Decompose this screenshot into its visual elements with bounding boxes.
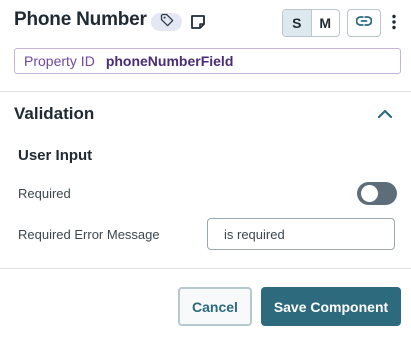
size-s-button[interactable]: S xyxy=(283,10,312,36)
required-error-message-input[interactable] xyxy=(207,218,395,250)
tag-icon xyxy=(160,13,174,32)
note-icon[interactable] xyxy=(189,13,206,30)
header-divider xyxy=(0,91,411,92)
link-icon xyxy=(355,14,373,32)
more-options-icon[interactable] xyxy=(389,12,399,32)
size-toggle-group: S M xyxy=(282,9,340,37)
property-id-field[interactable]: Property ID phoneNumberField xyxy=(14,48,401,74)
link-button[interactable] xyxy=(347,9,381,37)
footer-divider xyxy=(0,268,411,269)
required-error-message-label: Required Error Message xyxy=(18,227,160,242)
required-toggle[interactable] xyxy=(357,182,397,205)
save-component-button[interactable]: Save Component xyxy=(261,287,401,326)
property-id-value: phoneNumberField xyxy=(105,53,234,69)
component-title: Phone Number xyxy=(14,9,147,30)
size-m-button[interactable]: M xyxy=(312,10,340,36)
tag-button[interactable] xyxy=(151,13,182,31)
user-input-heading: User Input xyxy=(18,147,93,164)
required-label: Required xyxy=(18,186,71,201)
toggle-knob xyxy=(361,185,378,202)
property-id-label: Property ID xyxy=(24,53,95,69)
chevron-up-icon[interactable] xyxy=(377,107,393,121)
cancel-button[interactable]: Cancel xyxy=(178,287,252,326)
validation-section-title[interactable]: Validation xyxy=(14,104,94,124)
